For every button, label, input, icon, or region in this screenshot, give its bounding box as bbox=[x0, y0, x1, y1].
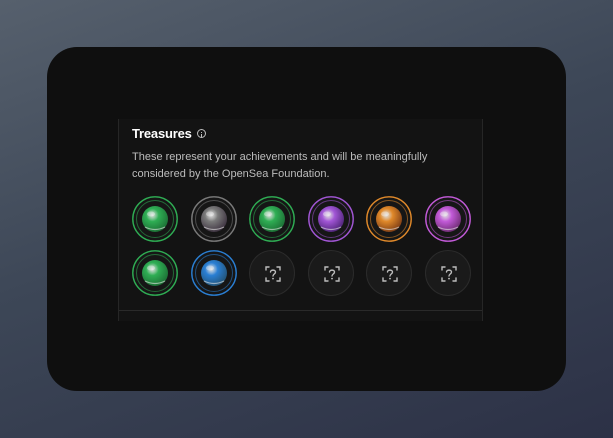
treasure-badge[interactable] bbox=[424, 196, 471, 242]
treasures-header: Treasures bbox=[132, 126, 206, 141]
treasure-badge[interactable] bbox=[190, 250, 237, 296]
green-creature-badge-icon bbox=[249, 196, 295, 242]
divider bbox=[119, 310, 482, 311]
treasure-badge[interactable] bbox=[366, 196, 412, 242]
unknown-badge-icon bbox=[323, 266, 340, 282]
locked-badge[interactable] bbox=[366, 250, 412, 296]
green-creature-badge-icon bbox=[132, 250, 178, 296]
blue-orb-badge-icon bbox=[190, 250, 237, 296]
green-orb-badge-icon bbox=[132, 196, 178, 242]
locked-badge[interactable] bbox=[424, 250, 471, 296]
locked-badge[interactable] bbox=[307, 250, 354, 296]
treasures-description: These represent your achievements and wi… bbox=[132, 151, 428, 180]
treasures-title: Treasures bbox=[132, 126, 192, 141]
treasure-badge[interactable] bbox=[190, 196, 237, 242]
treasure-badge[interactable] bbox=[132, 250, 178, 296]
unknown-badge-icon bbox=[382, 266, 398, 282]
locked-badge[interactable] bbox=[249, 250, 295, 296]
unknown-badge-icon bbox=[265, 266, 281, 282]
info-icon[interactable] bbox=[196, 129, 206, 138]
purple-eye-badge-icon bbox=[307, 196, 354, 242]
treasure-badge[interactable] bbox=[132, 196, 178, 242]
treasures-panel: Treasures These represent your achieveme… bbox=[118, 119, 483, 321]
treasure-badge[interactable] bbox=[249, 196, 295, 242]
pink-chest-badge-icon bbox=[424, 196, 471, 242]
purple-crystal-badge-icon bbox=[190, 196, 237, 242]
treasure-badge[interactable] bbox=[307, 196, 354, 242]
unknown-badge-icon bbox=[440, 266, 457, 282]
card-container: Treasures These represent your achieveme… bbox=[47, 47, 566, 391]
fire-badge-icon bbox=[366, 196, 412, 242]
